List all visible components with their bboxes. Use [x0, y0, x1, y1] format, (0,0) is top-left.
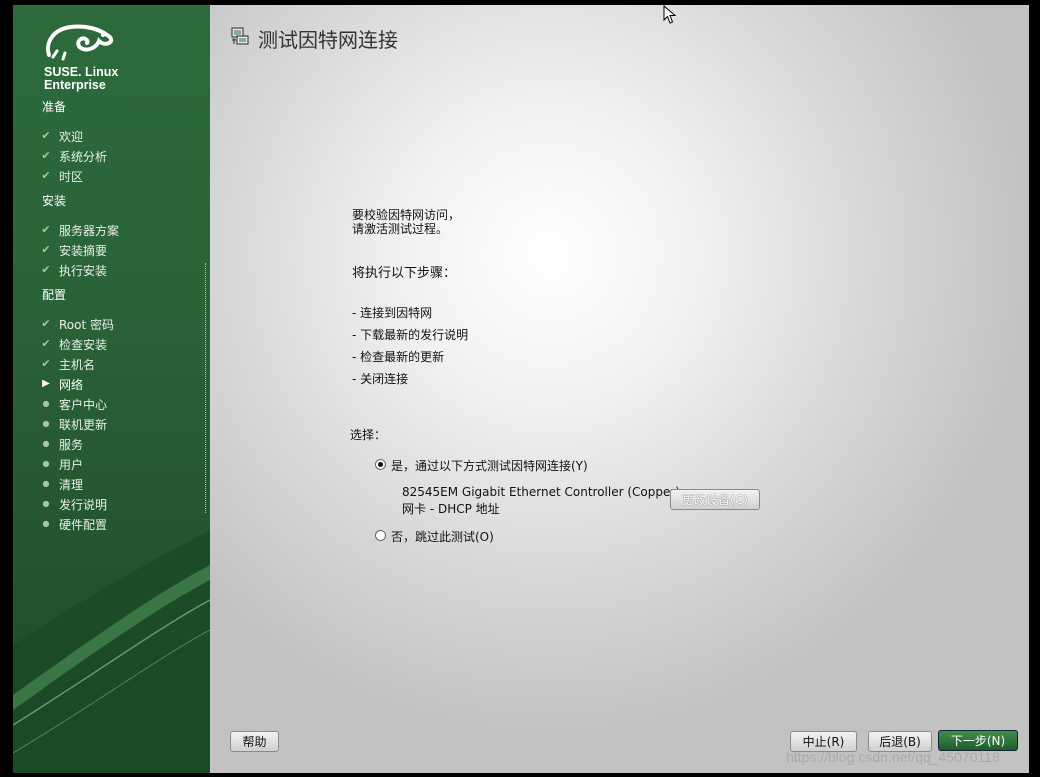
steps-heading: 将执行以下步骤：: [352, 266, 457, 281]
brand-name: SUSE. Linux Enterprise: [44, 66, 118, 92]
step-item-connect: - 连接到因特网: [352, 306, 433, 320]
radio-test-yes-label[interactable]: 是，通过以下方式测试因特网连接(Y): [391, 457, 588, 474]
installer-window: SUSE. Linux Enterprise 准备 ✔ 欢迎 ✔ 系统分析 ✔ …: [13, 5, 1029, 773]
arrow-right-icon: ▶: [42, 378, 50, 389]
radio-test-no[interactable]: [375, 530, 386, 541]
main-content: 测试因特网连接 要校验因特网访问， 请激活测试过程。 将执行以下步骤： - 连接…: [210, 5, 1029, 773]
watermark: https://blog.csdn.net/qq_45070118: [786, 749, 1000, 765]
help-button[interactable]: 帮助: [230, 731, 279, 752]
step-timezone: 时区: [59, 170, 84, 184]
brand-line-2: Enterprise: [44, 78, 106, 92]
step-item-check-updates: - 检查最新的更新: [352, 350, 445, 364]
check-icon: ✔: [41, 169, 51, 182]
section-prepare: 准备: [42, 100, 67, 114]
bullet-icon: ●: [42, 439, 50, 448]
step-check-installation: 检查安装: [59, 338, 108, 352]
intro-line-2: 请激活测试过程。: [352, 222, 449, 236]
next-button[interactable]: 下一步(N): [938, 730, 1018, 751]
bullet-icon: ●: [42, 499, 50, 508]
suse-chameleon-logo-icon: [46, 24, 114, 61]
step-cleanup: 清理: [59, 478, 84, 492]
check-icon: ✔: [41, 149, 51, 162]
check-icon: ✔: [41, 223, 51, 236]
mouse-cursor-icon: [663, 5, 677, 24]
sidebar: SUSE. Linux Enterprise 准备 ✔ 欢迎 ✔ 系统分析 ✔ …: [13, 5, 210, 773]
step-item-download-notes: - 下载最新的发行说明: [352, 328, 469, 342]
step-welcome: 欢迎: [59, 130, 84, 144]
radio-test-yes[interactable]: [375, 459, 386, 470]
step-item-close-connection: - 关闭连接: [352, 372, 409, 386]
step-server-scenario: 服务器方案: [59, 224, 120, 238]
bullet-icon: ●: [42, 399, 50, 408]
check-icon: ✔: [41, 243, 51, 256]
check-icon: ✔: [41, 317, 51, 330]
step-root-password: Root 密码: [59, 318, 115, 332]
sidebar-scroll-indicator[interactable]: [205, 263, 208, 513]
step-hardware-config: 硬件配置: [59, 518, 108, 532]
check-icon: ✔: [41, 129, 51, 142]
step-customer-center: 客户中心: [59, 398, 108, 412]
network-computer-icon: [231, 27, 249, 45]
step-release-notes: 发行说明: [59, 498, 108, 512]
step-perform-install: 执行安装: [59, 264, 108, 278]
check-icon: ✔: [41, 337, 51, 350]
section-install: 安装: [42, 194, 67, 208]
radio-selected-dot: [378, 462, 383, 467]
page-title: 测试因特网连接: [258, 28, 398, 52]
step-system-analysis: 系统分析: [59, 150, 108, 164]
sidebar-swoosh: [13, 530, 210, 773]
bullet-icon: ●: [42, 459, 50, 468]
device-config: 网卡 - DHCP 地址: [402, 502, 500, 516]
choice-label: 选择：: [350, 428, 387, 442]
step-hostname: 主机名: [59, 358, 96, 372]
change-device-button[interactable]: 更改设备(C): [670, 489, 760, 510]
bullet-icon: ●: [42, 419, 50, 428]
radio-test-no-label[interactable]: 否，跳过此测试(O): [391, 528, 494, 545]
step-services: 服务: [59, 438, 84, 452]
bullet-icon: ●: [42, 519, 50, 528]
step-users: 用户: [59, 458, 84, 472]
check-icon: ✔: [41, 263, 51, 276]
section-configure: 配置: [42, 288, 67, 302]
step-online-update: 联机更新: [59, 418, 108, 432]
step-network: 网络: [59, 378, 84, 392]
device-name: 82545EM Gigabit Ethernet Controller (Cop…: [402, 485, 680, 499]
step-install-summary: 安装摘要: [59, 244, 108, 258]
bullet-icon: ●: [42, 479, 50, 488]
check-icon: ✔: [41, 357, 51, 370]
